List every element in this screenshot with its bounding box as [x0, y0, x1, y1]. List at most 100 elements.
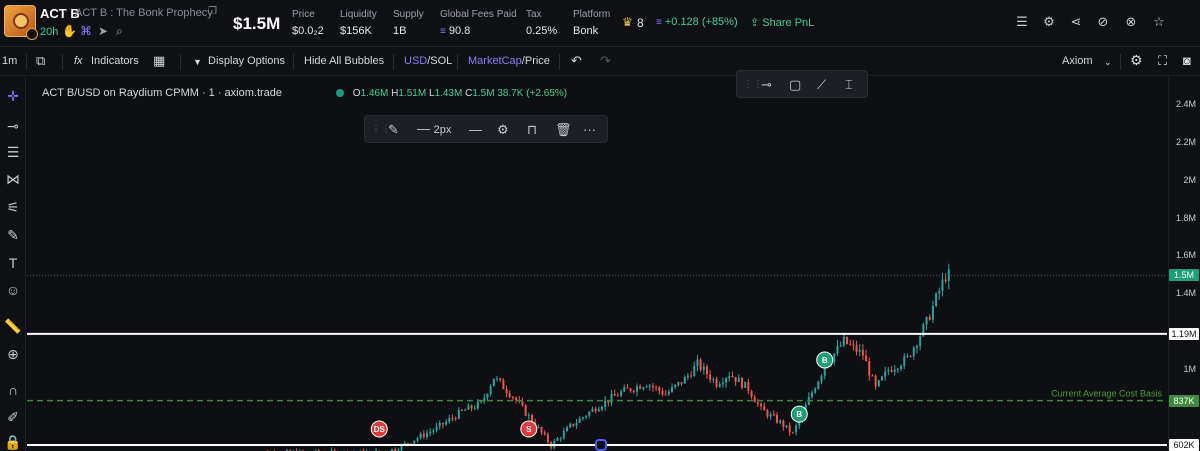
candle-body [438, 422, 441, 427]
candle-body [645, 386, 648, 388]
candle-body [591, 408, 594, 412]
token-ticker: ACT B [40, 6, 80, 21]
pencil-color-icon[interactable]: ✎ [388, 122, 399, 138]
candle-body [763, 406, 766, 411]
candle-body [556, 438, 559, 441]
price-tick-label: 2M [1183, 174, 1196, 185]
measure-icon[interactable]: ⌶ [845, 77, 853, 93]
horizontal-ray-icon[interactable]: ⊸ [761, 77, 772, 93]
hide-bubbles-button[interactable]: Hide All Bubbles [304, 55, 384, 67]
candle-body [925, 316, 928, 325]
indicators-button[interactable]: Indicators [91, 55, 139, 67]
fees-icon: ≡ [440, 26, 446, 37]
candle-body [496, 378, 498, 380]
emoji-icon[interactable]: ☺ [4, 281, 22, 299]
candle-body [448, 418, 451, 422]
community-icon[interactable]: ✋ [62, 24, 77, 38]
candle-body [877, 380, 880, 387]
provider-chevron-icon[interactable]: ⌄ [1104, 57, 1112, 68]
fib-icon[interactable]: ⚟ [4, 198, 22, 216]
candle-body [916, 345, 918, 348]
display-options-button[interactable]: Display Options [208, 55, 285, 67]
line-style-icon[interactable]: — [469, 122, 482, 137]
chevron-down-icon[interactable]: ▼ [193, 57, 202, 67]
camera-icon[interactable]: ◙ [1183, 53, 1191, 68]
mode-toggle[interactable]: MarketCap/Price [468, 55, 550, 67]
list-icon[interactable]: ☰ [1013, 13, 1031, 31]
token-avatar[interactable] [4, 5, 38, 40]
candle-body [836, 346, 839, 354]
unlock-icon[interactable]: ⊓ [527, 122, 537, 138]
drag-handle-icon[interactable]: ⋮⋮ [743, 79, 763, 90]
pattern-icon[interactable]: ⋈ [4, 170, 22, 188]
brush-icon[interactable]: ✎ [4, 226, 22, 244]
crosshair-icon[interactable]: ✛ [4, 87, 22, 105]
share-icon[interactable]: ⋖ [1067, 13, 1085, 31]
candle-body [511, 396, 514, 398]
candle-body [429, 431, 432, 434]
candle-body [629, 388, 632, 392]
candle-body [760, 403, 763, 407]
candle-body [731, 375, 734, 378]
crown-icon: ♛ [622, 15, 633, 29]
price-axis[interactable]: 2.4M 2.2M 2M 1.8M 1.6M 1.4M 1M 1.5M 1.19M 602K 837… [1168, 77, 1200, 451]
candle-body [696, 359, 699, 366]
candle-body [896, 368, 899, 370]
magnet-icon[interactable]: ∩ [4, 381, 22, 399]
holders-count: 8 [637, 16, 644, 30]
candle-body [772, 414, 775, 416]
candle-body [632, 391, 635, 393]
candle-body [486, 394, 489, 398]
candle-body [581, 417, 584, 419]
candle-body [569, 423, 572, 428]
telegram-icon[interactable]: ➤ [98, 24, 108, 38]
candle-body [938, 290, 941, 294]
candle-body [470, 405, 473, 409]
candle-body [795, 425, 798, 433]
share-pnl-button[interactable]: ⇪ Share PnL [750, 16, 814, 29]
candle-body [741, 377, 743, 388]
zoom-in-icon[interactable]: ⊕ [4, 345, 22, 363]
text-icon[interactable]: T [4, 254, 22, 272]
trash-icon[interactable]: 🗑 [555, 122, 572, 138]
fullscreen-icon[interactable]: ⛶ [1158, 53, 1167, 69]
candle-body [454, 418, 457, 420]
eye-off-icon[interactable]: ⊘ [1094, 13, 1112, 31]
layout-grid-icon[interactable]: ▦ [153, 53, 165, 69]
candle-body [527, 415, 530, 417]
link-icon[interactable]: ⌘ [80, 24, 92, 38]
redo-icon[interactable]: ↷ [600, 53, 611, 69]
trend-line-icon[interactable]: ⟋ [817, 77, 826, 93]
channel-icon[interactable]: ☰ [4, 143, 22, 161]
line-width-selector[interactable]: — 2px [417, 121, 451, 136]
more-icon[interactable]: ··· [583, 122, 596, 137]
candle-body [671, 386, 673, 392]
horizontal-line-icon[interactable]: ⊸ [4, 117, 22, 135]
candle-body [753, 396, 756, 403]
gear-icon[interactable]: ⚙ [1040, 13, 1058, 31]
search-icon[interactable]: ⌕ [116, 24, 123, 39]
lock-drawing-icon[interactable]: ✐ [4, 408, 22, 426]
copy-icon[interactable]: ❐ [208, 6, 217, 17]
price-chart[interactable]: Current Average Cost Basis DS S B B ACT B/US… [27, 70, 1167, 451]
lock-icon[interactable]: 🔒 [4, 433, 22, 451]
indicators-icon[interactable]: fx [74, 55, 83, 67]
undo-icon[interactable]: ↶ [571, 53, 582, 69]
interval-selector[interactable]: 1m [2, 55, 17, 67]
stat-supply: Supply 1B [393, 9, 424, 37]
candle-body [868, 361, 871, 376]
rectangle-icon[interactable]: ▢ [789, 77, 801, 93]
hide-icon[interactable]: ⊗ [1122, 13, 1140, 31]
chart-settings-icon[interactable]: ⚙ [1130, 52, 1143, 69]
star-icon[interactable]: ☆ [1150, 13, 1168, 31]
ruler-icon[interactable]: 📏 [4, 317, 22, 335]
currency-toggle[interactable]: USD/SOL [404, 55, 452, 67]
candle-body [422, 433, 425, 437]
candle-body [693, 365, 696, 377]
candle-type-icon[interactable]: ⧉ [36, 53, 45, 69]
settings-icon[interactable]: ⚙ [497, 122, 509, 138]
marker-label: S [526, 425, 532, 434]
candle-body [947, 269, 950, 282]
provider-selector[interactable]: Axiom [1062, 55, 1093, 67]
candle-body [575, 422, 578, 426]
